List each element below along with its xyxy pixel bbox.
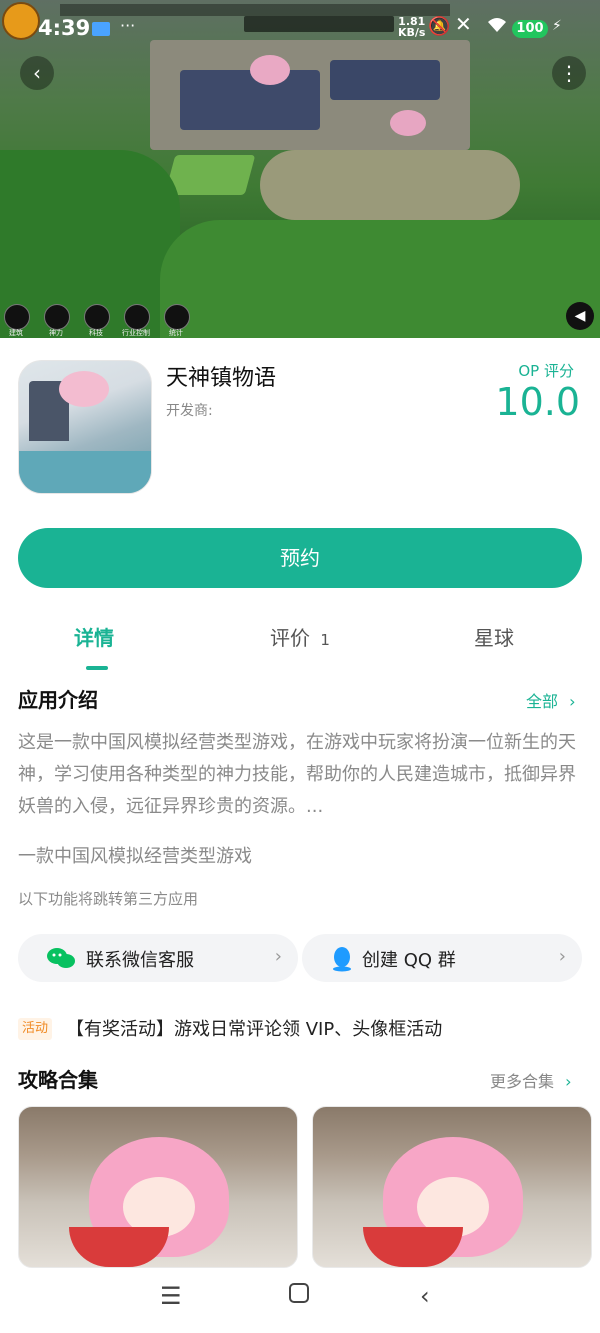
more-label: 更多合集: [490, 1072, 555, 1091]
village-roofs: [180, 70, 320, 130]
blossom-tree: [250, 55, 290, 85]
tab-details[interactable]: 详情: [74, 622, 114, 651]
game-screenshot-banner[interactable]: 4:39 ··· 1.81 KB/s 🔕 ✕ 100 ⚡ ‹ ⋮ 建筑 神力 科…: [0, 0, 600, 338]
water-shape: [19, 451, 151, 493]
hud-label: 神力: [49, 329, 63, 337]
status-bar: 4:39 ··· 1.81 KB/s 🔕 ✕ 100 ⚡: [0, 0, 600, 42]
mute-bell-icon: 🔕: [428, 16, 451, 37]
third-party-note: 以下功能将跳转第三方应用: [18, 890, 199, 908]
clock: 4:39: [38, 16, 91, 40]
ramen-bowl: [363, 1227, 463, 1267]
intro-text: 这是一款中国风模拟经营类型游戏，在游戏中玩家将扮演一位新生的天神，学习使用各种类…: [18, 732, 576, 817]
home-icon[interactable]: [288, 1282, 310, 1310]
app-name: 天神镇物语: [166, 366, 277, 391]
score-value: 10.0: [495, 380, 580, 424]
reserve-button[interactable]: 预约: [18, 528, 582, 588]
intro-see-all-link[interactable]: 全部 ›: [526, 688, 576, 712]
tab-reviews-count: 1: [320, 631, 330, 649]
hud-label: 科技: [89, 329, 103, 337]
active-tab-indicator: [86, 666, 108, 670]
dirt-plain: [260, 150, 520, 220]
guide-card[interactable]: [312, 1106, 592, 1268]
game-speed-bar: [244, 16, 394, 32]
tab-planet[interactable]: 星球: [474, 622, 514, 651]
charging-icon: ⚡: [552, 18, 562, 34]
chevron-right-icon: ›: [565, 1072, 572, 1091]
tagline: 一款中国风模拟经营类型游戏: [18, 846, 252, 867]
wechat-label: 联系微信客服: [86, 950, 194, 971]
build-icon: [4, 304, 30, 330]
tech-icon: [84, 304, 110, 330]
see-all-label: 全部: [526, 692, 559, 711]
wifi-icon: [486, 16, 508, 39]
guides-more-link[interactable]: 更多合集 ›: [490, 1068, 572, 1092]
resource-bar: [60, 4, 450, 16]
score-label: OP 评分: [518, 362, 574, 380]
activity-badge: 活动: [18, 1018, 53, 1040]
hud-label: 行业控制: [122, 329, 150, 337]
blossom-shape: [59, 371, 109, 407]
guides-title: 攻略合集: [18, 1068, 98, 1092]
hud-label: 建筑: [9, 329, 23, 337]
crop-field: [164, 155, 256, 195]
battery-indicator: 100: [512, 20, 548, 38]
notification-card-icon: [92, 22, 110, 36]
back-icon[interactable]: ‹: [420, 1282, 430, 1310]
qq-icon: [330, 946, 354, 977]
chevron-right-icon: ›: [569, 692, 576, 711]
more-notifications-icon: ···: [120, 16, 136, 35]
chevron-right-icon: ›: [274, 946, 282, 967]
chevron-right-icon: ›: [558, 946, 566, 967]
ramen-bowl: [69, 1227, 169, 1267]
wechat-icon: [46, 946, 76, 975]
tab-reviews-label: 评价: [270, 626, 310, 650]
game-hud: 建筑 神力 科技 行业控制 统计: [0, 302, 200, 338]
game-logo-icon: [2, 2, 40, 40]
blossom-tree-2: [390, 110, 426, 136]
wechat-support-button[interactable]: 联系微信客服 ›: [18, 934, 298, 982]
create-qq-group-button[interactable]: 创建 QQ 群 ›: [302, 934, 582, 982]
industry-icon: [124, 304, 150, 330]
stats-icon: [164, 304, 190, 330]
menu-icon[interactable]: ☰: [160, 1282, 182, 1310]
system-nav-bar: ☰ ‹: [0, 1270, 600, 1333]
activity-link[interactable]: 【有奖活动】游戏日常评论领 VIP、头像框活动: [66, 1015, 442, 1041]
network-speed: 1.81 KB/s: [398, 15, 426, 39]
developer-label: 开发商:: [166, 403, 213, 419]
guide-card[interactable]: [18, 1106, 298, 1268]
forest-bottom: [160, 220, 600, 338]
qq-label: 创建 QQ 群: [362, 950, 456, 971]
hud-back-icon: ◀: [566, 302, 594, 330]
tab-reviews[interactable]: 评价 1: [270, 622, 330, 651]
hud-label: 统计: [169, 329, 183, 337]
intro-title: 应用介绍: [18, 688, 98, 712]
divine-power-icon: [44, 304, 70, 330]
tab-bar: 详情 评价 1 星球: [0, 622, 600, 670]
village-roofs-2: [330, 60, 440, 100]
app-icon: [18, 360, 152, 494]
close-icon: ✕: [455, 12, 472, 36]
more-options-button[interactable]: ⋮: [552, 56, 586, 90]
back-button[interactable]: ‹: [20, 56, 54, 90]
